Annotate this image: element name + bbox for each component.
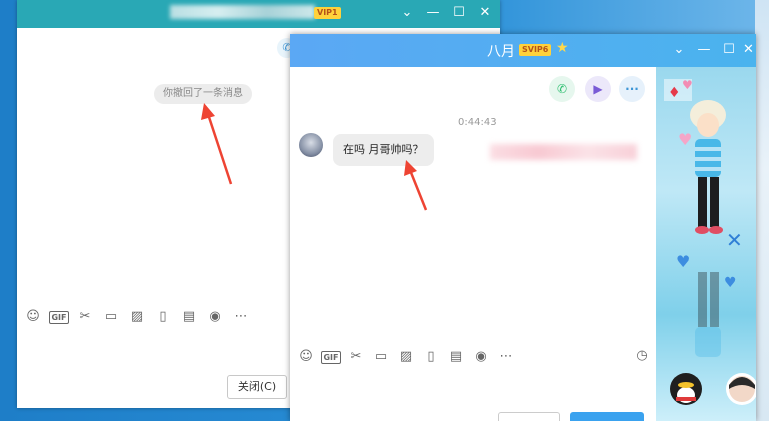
gif-icon[interactable]: GIF	[320, 347, 342, 367]
avatar[interactable]	[299, 133, 323, 157]
emoji-icon[interactable]: ☺	[295, 347, 317, 367]
svg-text:♦: ♦	[668, 85, 681, 101]
svg-text:♥: ♥	[678, 130, 692, 149]
back-toolbar: ☺ GIF ✂ ▭ ▨ ▯ ▤ ◉ ⋯	[22, 306, 282, 328]
image-icon[interactable]: ▨	[395, 347, 417, 367]
more-dots-icon[interactable]: ···	[619, 76, 645, 102]
svg-text:♥: ♥	[682, 78, 693, 92]
avatar-show-panel: ♦ ♥ ♥ ✕ ♥ ♥	[656, 67, 756, 421]
scissors-icon[interactable]: ✂	[345, 347, 367, 367]
vip-badge: VIP1	[314, 7, 341, 19]
dropdown-button[interactable]: ⌄	[396, 3, 418, 23]
minimize-button[interactable]: —	[422, 3, 444, 23]
folder-icon[interactable]: ▭	[370, 347, 392, 367]
message-timestamp: 0:44:43	[458, 117, 497, 128]
gif-icon[interactable]: GIF	[48, 307, 70, 327]
star-icon: ★	[556, 40, 569, 56]
music-icon[interactable]: ◉	[470, 347, 492, 367]
svg-text:♥: ♥	[676, 252, 690, 271]
red-arrow-annotation	[201, 103, 233, 185]
desktop-background	[755, 0, 769, 421]
minimize-button[interactable]: —	[693, 40, 715, 60]
emoji-icon[interactable]: ☺	[22, 307, 44, 327]
vibrate-icon[interactable]: ▯	[420, 347, 442, 367]
red-packet-icon[interactable]: ▤	[178, 307, 200, 327]
music-icon[interactable]: ◉	[204, 307, 226, 327]
scissors-icon[interactable]: ✂	[74, 307, 96, 327]
phone-icon[interactable]: ✆	[549, 76, 575, 102]
more-icon[interactable]: ⋯	[495, 347, 517, 367]
vibrate-icon[interactable]: ▯	[152, 307, 174, 327]
back-window-titlebar[interactable]: VIP1 ⌄ — ☐ ✕	[17, 0, 500, 28]
red-arrow-annotation	[404, 160, 428, 211]
video-icon[interactable]: ▶	[585, 76, 611, 102]
close-window-button[interactable]: ✕	[741, 40, 756, 60]
svip-badge: SVIP6	[519, 44, 552, 56]
cartoon-avatar-figure: ♦ ♥ ♥ ✕ ♥ ♥	[664, 78, 756, 405]
front-window-titlebar[interactable]: 八月 SVIP6 ★ ⌄ — ☐ ✕	[290, 34, 756, 67]
red-packet-icon[interactable]: ▤	[445, 347, 467, 367]
more-icon[interactable]: ⋯	[230, 307, 252, 327]
maximize-button[interactable]: ☐	[448, 3, 470, 23]
front-chat-window: 八月 SVIP6 ★ ⌄ — ☐ ✕ ✆ ▶ ··· 0:44:43 在吗 月哥…	[290, 34, 756, 421]
blurred-message	[490, 144, 637, 160]
close-window-button[interactable]: ✕	[474, 3, 496, 23]
history-clock-icon[interactable]: ◷	[631, 346, 653, 366]
blurred-contact-name	[170, 5, 315, 19]
contact-name: 八月	[487, 44, 515, 60]
image-icon[interactable]: ▨	[126, 307, 148, 327]
svg-text:✕: ✕	[726, 228, 743, 252]
close-chat-button[interactable]: 关闭(C)	[227, 375, 287, 399]
svg-text:♥: ♥	[724, 275, 737, 291]
close-chat-button[interactable]	[498, 412, 560, 421]
send-button[interactable]	[570, 412, 644, 421]
folder-icon[interactable]: ▭	[100, 307, 122, 327]
dropdown-button[interactable]: ⌄	[668, 40, 690, 60]
maximize-button[interactable]: ☐	[718, 40, 740, 60]
front-toolbar: ☺ GIF ✂ ▭ ▨ ▯ ▤ ◉ ⋯	[295, 346, 545, 368]
